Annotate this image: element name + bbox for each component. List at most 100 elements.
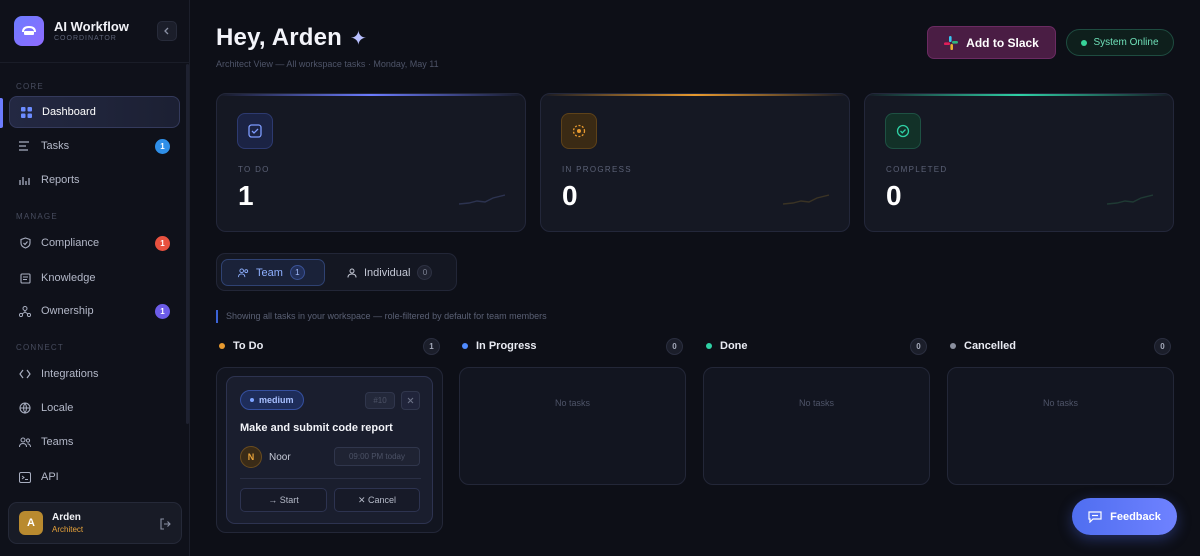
info-text: Showing all tasks in your workspace — ro…	[216, 310, 547, 323]
greeting-text: Hey, Arden	[216, 24, 343, 51]
section-label-manage: MANAGE	[16, 212, 58, 221]
tab-count: 1	[289, 265, 305, 280]
avatar: N	[240, 446, 262, 468]
active-indicator	[0, 98, 3, 128]
sidebar-item-integrations[interactable]: Integrations	[9, 358, 180, 390]
tab-individual[interactable]: Individual 0	[331, 259, 453, 286]
sidebar-item-locale[interactable]: Locale	[9, 392, 180, 424]
collapse-sidebar-button[interactable]	[157, 21, 177, 41]
column-header-done: Done 0	[703, 338, 927, 355]
dismiss-task-button[interactable]	[401, 391, 420, 410]
column-header-todo: To Do 1	[216, 338, 440, 355]
due-time: 09:00 PM today	[334, 447, 420, 466]
status-text: System Online	[1093, 37, 1159, 48]
brand-subtitle: COORDINATOR	[54, 34, 117, 42]
brand-logo-icon	[14, 16, 44, 46]
stat-card-in-progress[interactable]: IN PROGRESS 0	[540, 93, 850, 232]
task-divider	[240, 478, 421, 479]
page-subtitle: Architect View — All workspace tasks · M…	[216, 59, 439, 69]
sidebar-item-ownership[interactable]: Ownership 1	[9, 295, 180, 327]
cancel-task-button[interactable]: ✕ Cancel	[334, 488, 420, 512]
user-role: Architect	[52, 524, 84, 534]
sidebar-item-label: Reports	[41, 174, 80, 186]
feedback-button[interactable]: Feedback	[1072, 498, 1177, 535]
grid-icon	[20, 106, 32, 118]
add-to-slack-button[interactable]: Add to Slack	[927, 26, 1056, 59]
status-dot-icon	[1081, 39, 1088, 46]
compliance-badge: 1	[155, 236, 170, 251]
sparkline-icon	[783, 194, 829, 205]
sidebar-item-label: Compliance	[41, 237, 100, 249]
empty-state: No tasks	[554, 398, 590, 408]
sidebar-divider	[0, 62, 190, 63]
sidebar-item-label: Tasks	[41, 140, 70, 152]
stat-card-completed[interactable]: COMPLETED 0	[864, 93, 1174, 232]
column-count: 1	[423, 338, 440, 355]
column-count: 0	[666, 338, 683, 355]
bar-chart-icon	[19, 174, 31, 186]
start-task-button[interactable]: → Start	[240, 488, 327, 512]
brand-name: AI Workflow	[54, 18, 129, 34]
brand[interactable]: AI Workflow COORDINATOR	[14, 16, 129, 46]
section-label-core: CORE	[16, 82, 44, 91]
slack-button-label: Add to Slack	[966, 35, 1039, 50]
user-network-icon	[19, 305, 31, 317]
task-card[interactable]: medium #10 Make and submit code report N…	[226, 376, 433, 524]
slack-icon	[944, 35, 959, 50]
stat-card-todo[interactable]: TO DO 1	[216, 93, 526, 232]
sidebar-item-label: Knowledge	[41, 272, 96, 284]
card-accent-line	[865, 94, 1173, 96]
section-label-connect: CONNECT	[16, 343, 64, 352]
column-cancelled: No tasks	[947, 367, 1174, 485]
avatar: A	[19, 511, 43, 535]
task-title: Make and submit code report	[240, 422, 393, 434]
task-assignee: N Noor	[240, 446, 291, 468]
sidebar-item-tasks[interactable]: Tasks 1	[9, 130, 180, 162]
sidebar-item-compliance[interactable]: Compliance 1	[9, 227, 180, 259]
chat-icon	[1088, 510, 1102, 523]
tab-team[interactable]: Team 1	[221, 259, 325, 286]
column-header-cancelled: Cancelled 0	[947, 338, 1171, 355]
sparkline-icon	[459, 194, 505, 205]
priority-badge: medium	[240, 390, 304, 410]
code-icon	[19, 368, 31, 380]
sidebar: AI Workflow COORDINATOR CORE Dashboard T…	[0, 0, 190, 556]
sidebar-item-api[interactable]: API	[9, 461, 180, 493]
list-icon	[19, 140, 31, 152]
shield-check-icon	[19, 237, 31, 249]
column-in-progress: No tasks	[459, 367, 686, 485]
sidebar-scrollbar[interactable]	[186, 64, 189, 424]
users-icon	[19, 436, 31, 448]
stat-value: 1	[238, 180, 254, 211]
checkbox-icon	[237, 113, 273, 149]
ownership-badge: 1	[155, 304, 170, 319]
column-count: 0	[910, 338, 927, 355]
status-badge: System Online	[1066, 29, 1174, 56]
logout-icon[interactable]	[159, 517, 171, 535]
feedback-label: Feedback	[1110, 510, 1161, 523]
empty-state: No tasks	[798, 398, 834, 408]
column-done: No tasks	[703, 367, 930, 485]
sparkline-icon	[1107, 194, 1153, 205]
status-dot-icon	[950, 343, 956, 349]
sidebar-item-teams[interactable]: Teams	[9, 426, 180, 458]
sidebar-item-label: API	[41, 471, 59, 483]
sidebar-item-reports[interactable]: Reports	[9, 164, 180, 196]
priority-label: medium	[259, 395, 294, 405]
card-accent-line	[541, 94, 849, 96]
empty-state: No tasks	[1042, 398, 1078, 408]
task-id: #10	[365, 392, 395, 409]
tab-count: 0	[417, 265, 433, 280]
column-title: To Do	[233, 340, 264, 352]
sidebar-item-knowledge[interactable]: Knowledge	[9, 262, 180, 294]
sidebar-item-label: Teams	[41, 436, 74, 448]
terminal-icon	[19, 471, 31, 483]
stat-label: IN PROGRESS	[562, 165, 632, 174]
stat-label: TO DO	[238, 165, 270, 174]
user-card[interactable]: A Arden Architect	[8, 502, 182, 544]
sidebar-item-label: Locale	[41, 402, 74, 414]
sidebar-item-dashboard[interactable]: Dashboard	[9, 96, 180, 128]
tab-label: Individual	[364, 266, 411, 279]
page-title: Hey, Arden ✦	[216, 24, 367, 52]
view-tabs: Team 1 Individual 0	[216, 253, 457, 291]
